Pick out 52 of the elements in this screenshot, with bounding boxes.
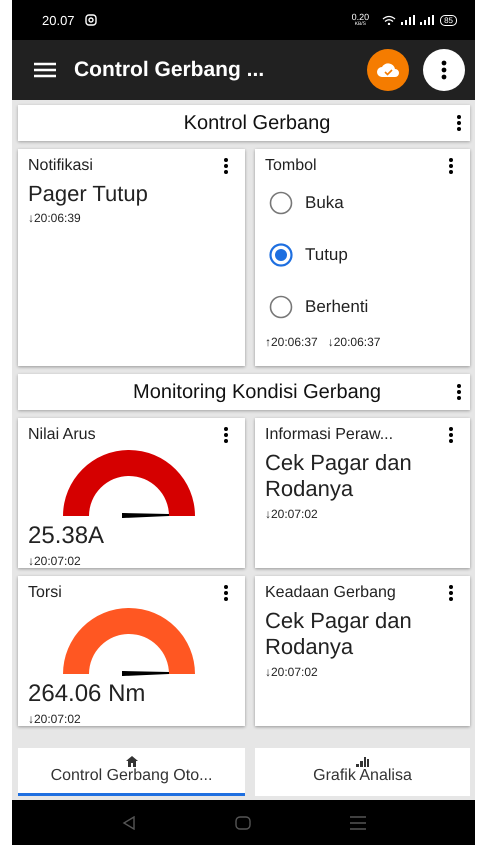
more-icon[interactable] <box>223 157 229 175</box>
radio-button[interactable] <box>269 295 293 319</box>
network-speed: 0.20 <box>352 13 370 22</box>
card-title: Torsi <box>28 584 62 602</box>
card-title: Keadaan Gerbang <box>265 584 396 602</box>
home-icon <box>126 756 138 767</box>
card-value: Cek Pagar dan Rodanya <box>265 608 413 661</box>
more-icon[interactable] <box>223 426 229 444</box>
status-time: 20.07 <box>42 12 75 28</box>
home-icon[interactable] <box>234 816 250 830</box>
bottom-tab[interactable]: Grafik Analisa <box>255 748 470 796</box>
radio-button[interactable] <box>269 191 293 215</box>
radio-option[interactable]: Buka <box>265 177 344 229</box>
timestamp: ↓20:06:39 <box>28 211 81 226</box>
card-title: Notifikasi <box>28 157 93 175</box>
more-icon <box>441 60 447 80</box>
more-button[interactable] <box>423 49 465 91</box>
radio-option[interactable]: Tutup <box>265 229 348 281</box>
card-value: Pager Tutup <box>28 181 149 208</box>
radio-option[interactable]: Berhenti <box>265 281 368 333</box>
more-icon[interactable] <box>223 584 229 602</box>
more-icon[interactable] <box>448 426 454 444</box>
cloud-check-icon <box>376 62 400 78</box>
radio-button[interactable] <box>269 243 293 267</box>
signal-icon <box>401 15 416 25</box>
more-icon[interactable] <box>456 114 462 132</box>
timestamp: ↓20:07:02 <box>28 554 81 568</box>
timestamp: ↓20:07:02 <box>265 506 318 521</box>
gauge-value: 264.06 Nm <box>28 680 146 708</box>
wifi-icon <box>382 15 396 25</box>
timestamp: ↑20:06:37 <box>265 335 318 349</box>
bottom-tab[interactable]: Control Gerbang Oto... <box>18 748 245 796</box>
more-icon[interactable] <box>448 157 454 175</box>
cloud-sync-button[interactable] <box>367 49 409 91</box>
timestamp: ↓20:06:37 <box>328 335 380 349</box>
camera-icon <box>84 14 97 26</box>
more-icon[interactable] <box>456 383 462 401</box>
section-title: Monitoring Kondisi Gerbang <box>132 380 382 404</box>
back-icon[interactable] <box>122 816 136 830</box>
bar-chart-icon <box>356 756 370 767</box>
timestamp: ↓20:07:02 <box>28 712 81 726</box>
app-title: Control Gerbang ... <box>74 58 266 82</box>
battery-level: 85 <box>440 14 457 26</box>
timestamp: ↓20:07:02 <box>265 664 318 679</box>
card-value: Cek Pagar dan Rodanya <box>265 450 413 503</box>
more-icon[interactable] <box>448 584 454 602</box>
card-title: Informasi Peraw... <box>265 426 394 444</box>
card-title: Nilai Arus <box>28 426 96 444</box>
gauge-value: 25.38A <box>28 522 106 550</box>
card-title: Tombol <box>265 157 317 175</box>
signal-icon <box>420 15 434 25</box>
section-title: Kontrol Gerbang <box>182 112 332 134</box>
